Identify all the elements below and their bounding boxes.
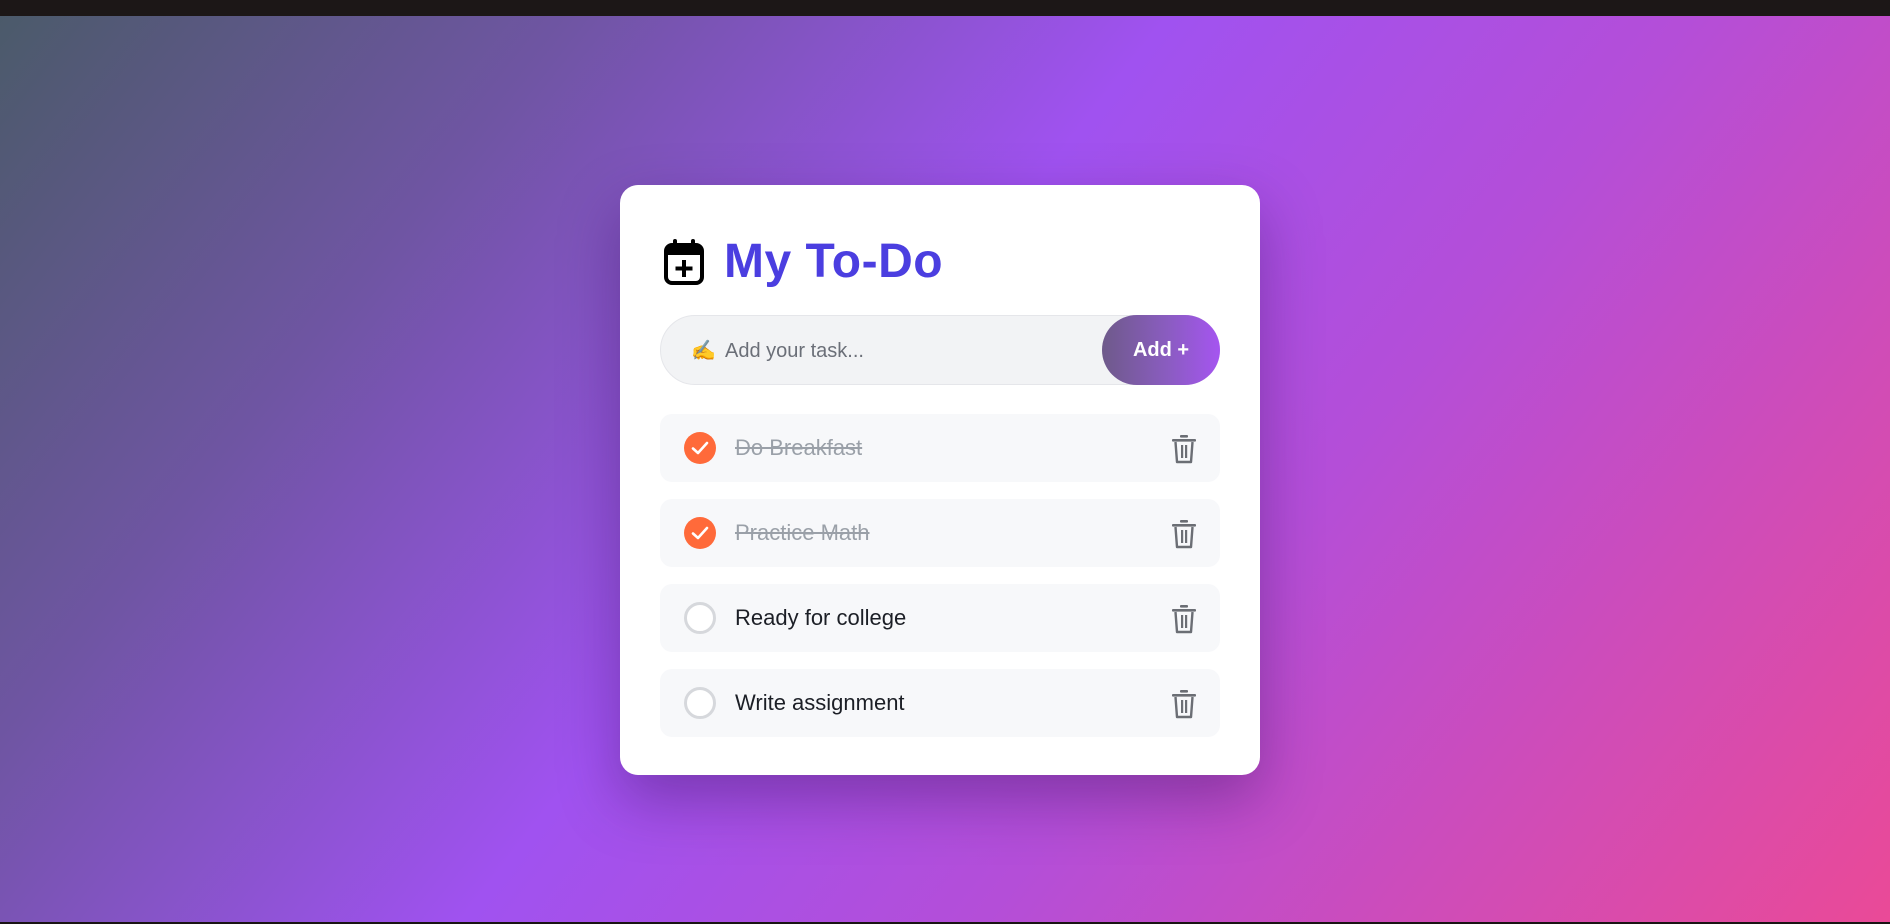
delete-task-button[interactable] [1171,689,1197,719]
window-top-bar [0,0,1890,16]
task-item: Write assignment [660,669,1220,737]
trash-icon [1172,520,1196,549]
task-checkbox-checked[interactable] [684,517,716,549]
add-task-button[interactable]: Add + [1102,315,1220,385]
task-label[interactable]: Ready for college [735,604,906,632]
task-label[interactable]: Practice Math [735,519,870,547]
trash-icon [1172,690,1196,719]
task-item: Practice Math [660,499,1220,567]
task-label[interactable]: Do Breakfast [735,434,862,462]
task-checkbox-checked[interactable] [684,432,716,464]
task-label[interactable]: Write assignment [735,689,905,717]
card-header: My To-Do [662,227,943,297]
task-list: Do Breakfast Practice Math Ready for colle… [660,414,1220,754]
task-item: Do Breakfast [660,414,1220,482]
calendar-plus-icon [664,239,704,285]
delete-task-button[interactable] [1171,604,1197,634]
todo-card: My To-Do ✍️ Add + Do Breakfast Practice M… [620,185,1260,775]
task-checkbox[interactable] [684,687,716,719]
task-item: Ready for college [660,584,1220,652]
task-input[interactable] [723,332,1087,370]
task-checkbox[interactable] [684,602,716,634]
writing-hand-icon: ✍️ [691,338,716,362]
trash-icon [1172,435,1196,464]
checkmark-icon [691,441,709,455]
checkmark-icon [691,526,709,540]
trash-icon [1172,605,1196,634]
delete-task-button[interactable] [1171,519,1197,549]
task-input-row: ✍️ Add + [660,315,1220,385]
delete-task-button[interactable] [1171,434,1197,464]
page-title: My To-Do [724,235,944,288]
